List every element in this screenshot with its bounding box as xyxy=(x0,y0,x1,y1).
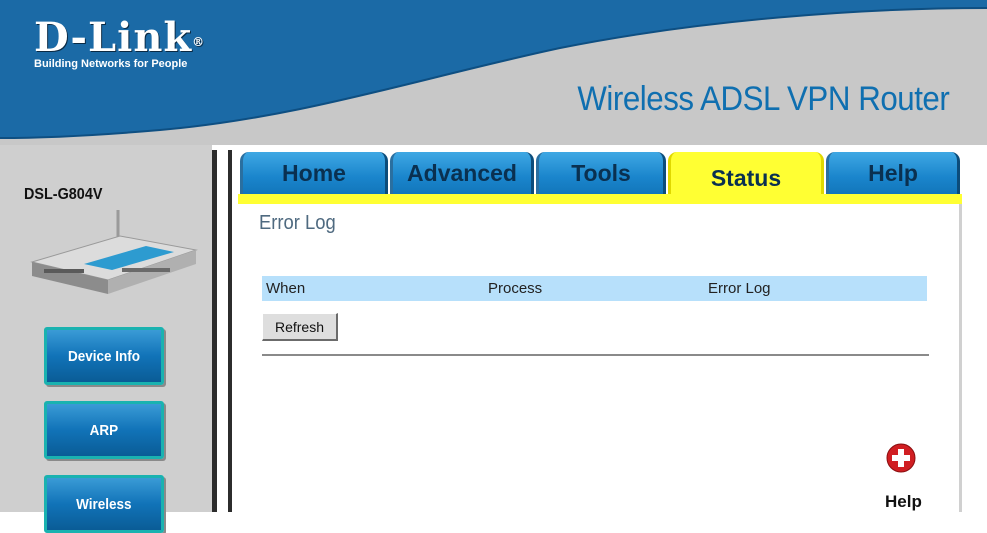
tab-help[interactable]: Help xyxy=(826,152,960,194)
tab-tools-label: Tools xyxy=(571,159,631,186)
column-error-log: Error Log xyxy=(708,280,771,297)
refresh-button[interactable]: Refresh xyxy=(262,313,338,341)
logo-trademark: ® xyxy=(192,35,206,49)
error-log-table-header: When Process Error Log xyxy=(262,276,927,301)
logo-tagline: Building Networks for People xyxy=(34,58,188,70)
tab-help-label: Help xyxy=(868,159,918,186)
logo-brand: D-Link xyxy=(34,14,193,61)
page-title: Error Log xyxy=(259,212,336,234)
sidebar-device-info-button[interactable]: Device Info xyxy=(44,327,164,385)
sidebar-arp-button[interactable]: ARP xyxy=(44,401,164,459)
dlink-logo: D-Link® Building Networks for People xyxy=(34,18,206,71)
product-title: Wireless ADSL VPN Router xyxy=(577,80,949,118)
help-plus-icon[interactable] xyxy=(886,443,916,473)
sidebar-divider xyxy=(212,150,217,512)
tab-advanced[interactable]: Advanced xyxy=(390,152,534,194)
help-label[interactable]: Help xyxy=(885,492,922,512)
router-image xyxy=(30,210,198,294)
column-when: When xyxy=(266,280,306,297)
tab-underline-strip xyxy=(238,194,962,204)
page-header: D-Link® Building Networks for People Wir… xyxy=(0,0,987,145)
horizontal-rule xyxy=(262,354,929,356)
tab-tools[interactable]: Tools xyxy=(536,152,666,194)
tab-advanced-label: Advanced xyxy=(407,159,517,186)
tab-home[interactable]: Home xyxy=(240,152,388,194)
tab-status-label: Status xyxy=(710,164,782,191)
sidebar-device-info-label: Device Info xyxy=(67,347,141,365)
sidebar-arp-label: ARP xyxy=(89,421,119,439)
tab-home-label: Home xyxy=(282,159,346,186)
sidebar-wireless-label: Wireless xyxy=(76,495,132,513)
model-name: DSL-G804V xyxy=(24,186,103,203)
column-process: Process xyxy=(488,280,543,297)
content-divider xyxy=(228,150,232,512)
sidebar-wireless-button[interactable]: Wireless xyxy=(44,475,164,533)
main-content xyxy=(238,204,962,512)
